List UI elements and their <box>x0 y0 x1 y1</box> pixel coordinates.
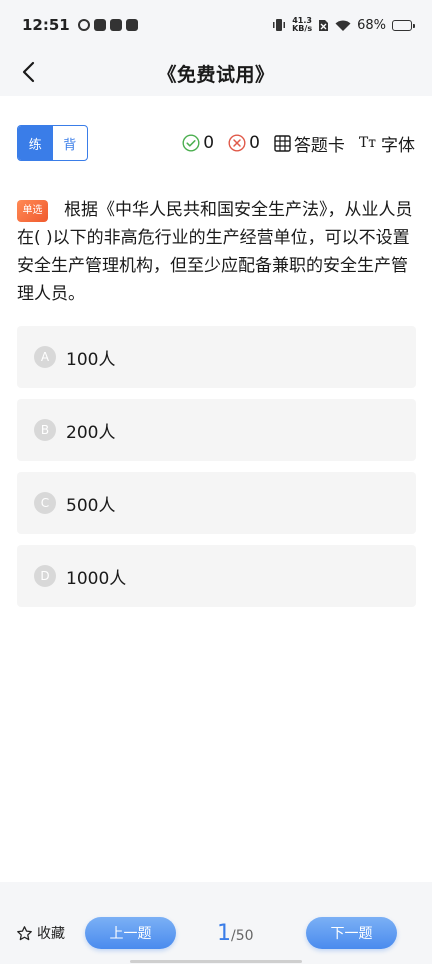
status-bar: 12:51 41.3 KB/s 68% <box>0 0 432 50</box>
status-right: 41.3 KB/s 68% <box>272 17 415 33</box>
next-question-button[interactable]: 下一题 <box>306 917 397 949</box>
correct-counter: 0 <box>182 133 214 153</box>
option-a[interactable]: A 100人 <box>17 326 416 388</box>
question-text: 根据《中华人民共和国安全生产法》，从业人员在( )以下的非高危行业的生产经营单位… <box>17 200 413 304</box>
tool-group: 0 0 答题卡 Tт 字体 <box>182 131 415 156</box>
mode-recite-button[interactable]: 背 <box>53 126 88 160</box>
option-letter: B <box>34 419 56 441</box>
message-notification-icon <box>93 19 106 31</box>
wrong-counter: 0 <box>228 133 260 153</box>
home-indicator[interactable] <box>130 960 302 963</box>
option-text: 100人 <box>66 349 116 370</box>
toolbar: 练 背 0 0 答题卡 Tт 字体 <box>17 125 415 161</box>
vibrate-icon <box>273 19 286 31</box>
wifi-icon <box>335 20 351 31</box>
option-letter: C <box>34 492 56 514</box>
no-sim-icon <box>319 19 329 31</box>
mail-notification-icon <box>125 19 138 31</box>
option-text: 1000人 <box>66 568 127 589</box>
option-d[interactable]: D 1000人 <box>17 545 416 607</box>
net-speed: 41.3 KB/s <box>292 17 312 33</box>
font-label: 字体 <box>381 135 415 156</box>
x-circle-icon <box>228 134 246 152</box>
options-list: A 100人 B 200人 C 500人 D 1000人 <box>17 326 416 618</box>
option-letter: D <box>34 565 56 587</box>
page-counter: 1 /50 <box>217 921 254 946</box>
option-text: 500人 <box>66 495 116 516</box>
answer-card-button[interactable]: 答题卡 <box>274 131 345 156</box>
notification-icons <box>77 19 138 31</box>
option-c[interactable]: C 500人 <box>17 472 416 534</box>
question: 单选 根据《中华人民共和国安全生产法》，从业人员在( )以下的非高危行业的生产经营… <box>17 196 415 308</box>
font-button[interactable]: Tт 字体 <box>359 131 415 156</box>
favorite-label: 收藏 <box>37 926 65 942</box>
current-page: 1 <box>217 921 231 946</box>
back-button[interactable] <box>14 58 42 86</box>
chevron-left-icon <box>22 61 35 83</box>
correct-count: 0 <box>203 133 215 153</box>
net-speed-unit: KB/s <box>292 24 313 33</box>
font-size-icon: Tт <box>358 135 376 151</box>
star-icon <box>17 925 32 940</box>
check-circle-icon <box>182 134 200 152</box>
mode-practice-button[interactable]: 练 <box>18 126 53 160</box>
prev-question-button[interactable]: 上一题 <box>85 917 176 949</box>
mode-toggle: 练 背 <box>17 125 88 161</box>
app-notification-icon <box>77 19 90 31</box>
option-b[interactable]: B 200人 <box>17 399 416 461</box>
option-letter: A <box>34 346 56 368</box>
bottom-bar: 收藏 上一题 1 /50 下一题 <box>0 882 432 964</box>
favorite-button[interactable]: 收藏 <box>16 923 65 943</box>
status-time: 12:51 <box>22 16 70 34</box>
grid-icon <box>274 134 291 152</box>
header: 《免费试用》 <box>0 50 432 96</box>
page-title: 《免费试用》 <box>157 63 275 86</box>
question-type-badge: 单选 <box>17 200 48 222</box>
battery-percent: 68% <box>357 17 386 33</box>
total-pages: /50 <box>231 928 254 944</box>
option-text: 200人 <box>66 422 116 443</box>
battery-icon <box>392 19 415 31</box>
wrong-count: 0 <box>249 133 260 153</box>
play-notification-icon <box>109 19 122 31</box>
answer-card-label: 答题卡 <box>293 135 345 156</box>
